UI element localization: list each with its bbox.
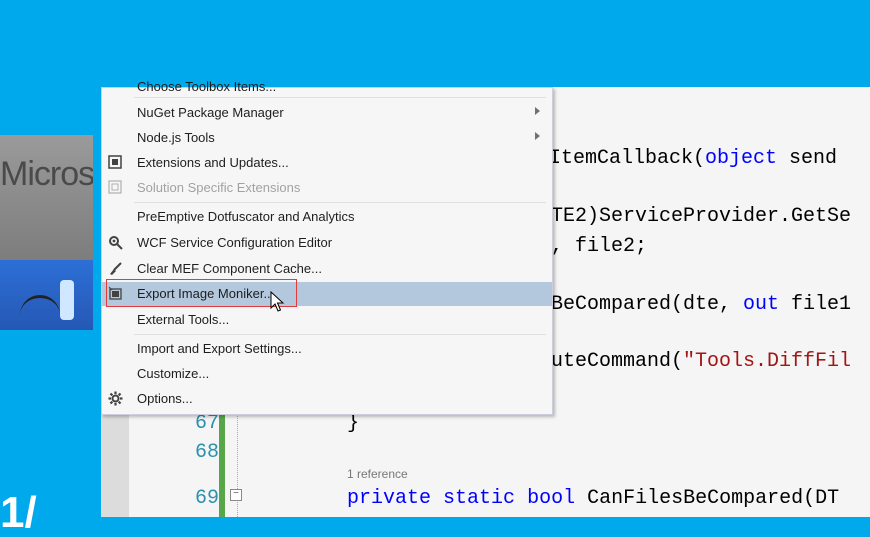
solution-extensions-icon — [107, 180, 123, 196]
annotation-highlight-box — [106, 279, 297, 307]
submenu-arrow-icon — [535, 132, 540, 140]
menu-item-label: External Tools... — [137, 312, 230, 327]
wcf-config-icon — [107, 235, 123, 251]
menu-item-label: NuGet Package Manager — [137, 105, 284, 120]
codelens-reference[interactable]: 1 reference — [347, 467, 408, 481]
menu-item-label: Node.js Tools — [137, 130, 215, 145]
line-number: 68 — [194, 441, 219, 464]
extensions-icon — [107, 155, 123, 171]
menu-item-extensions-and-updates[interactable]: Extensions and Updates... — [102, 151, 552, 175]
slide-glyph: 1/ — [0, 488, 37, 537]
tools-menu: Choose Toolbox Items... NuGet Package Ma… — [101, 79, 553, 415]
submenu-arrow-icon — [535, 107, 540, 115]
menu-item-preemptive-dotfuscator[interactable]: PreEmptive Dotfuscator and Analytics — [102, 205, 552, 229]
menu-item-label: Options... — [137, 391, 193, 406]
line-number: 69 — [194, 487, 219, 510]
inset-stage — [0, 260, 93, 330]
menu-item-label: WCF Service Configuration Editor — [137, 235, 333, 250]
menu-item-label: Import and Export Settings... — [137, 341, 302, 356]
menu-separator — [134, 334, 546, 335]
menu-item-solution-specific-extensions: Solution Specific Extensions — [102, 176, 552, 200]
menu-item-label: Solution Specific Extensions — [137, 180, 301, 195]
method-signature: private static bool CanFilesBeCompared(D… — [347, 487, 840, 510]
collapse-toggle[interactable]: − — [230, 489, 242, 501]
mouse-cursor-icon — [270, 291, 285, 312]
broom-icon — [107, 261, 123, 277]
menu-item-label: Clear MEF Component Cache... — [137, 261, 322, 276]
menu-item-partial[interactable]: Choose Toolbox Items... — [137, 79, 276, 94]
gear-icon — [107, 391, 123, 407]
menu-item-nuget-package-manager[interactable]: NuGet Package Manager — [102, 101, 552, 125]
menu-item-import-and-export-settings[interactable]: Import and Export Settings... — [102, 337, 552, 361]
menu-item-customize[interactable]: Customize... — [102, 362, 552, 386]
code-line: uItemCallback(object send — [537, 147, 838, 170]
code-line: BeCompared(dte, out file1 — [551, 293, 852, 316]
closing-brace: } — [347, 412, 360, 435]
menu-item-nodejs-tools[interactable]: Node.js Tools — [102, 126, 552, 150]
menu-item-label: Customize... — [137, 366, 210, 381]
inset-logo-text: Micros — [0, 155, 93, 193]
inset-background — [0, 135, 93, 260]
menu-item-label: Extensions and Updates... — [137, 155, 289, 170]
menu-item-external-tools[interactable]: External Tools... — [102, 308, 552, 332]
menu-item-options[interactable]: Options... — [102, 387, 552, 411]
code-line: TE2)ServiceProvider.GetSe — [551, 205, 852, 228]
code-line: , file2; — [551, 235, 648, 258]
menu-item-wcf-service-configuration-editor[interactable]: WCF Service Configuration Editor — [102, 231, 552, 255]
menu-separator — [134, 202, 546, 203]
menu-item-label: PreEmptive Dotfuscator and Analytics — [137, 209, 355, 224]
presenter-video-inset: Micros — [0, 135, 93, 330]
menu-separator — [134, 97, 546, 98]
line-number: 67 — [194, 412, 219, 435]
menu-item-clear-mef-component-cache[interactable]: Clear MEF Component Cache... — [102, 257, 552, 281]
water-bottle-shape — [60, 280, 74, 320]
code-line: uteCommand("Tools.DiffFil — [551, 350, 852, 373]
